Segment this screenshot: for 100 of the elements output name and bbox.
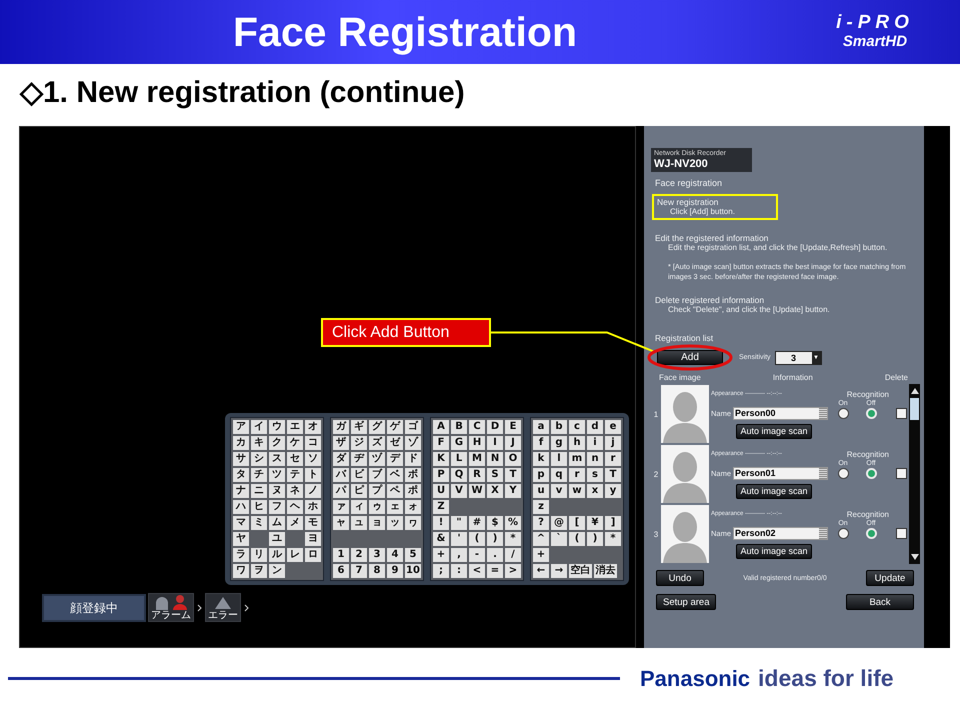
keyboard-key[interactable]: ト bbox=[305, 468, 321, 482]
keyboard-key[interactable]: ウ bbox=[269, 420, 285, 434]
keyboard-key[interactable]: . bbox=[487, 548, 503, 562]
keyboard-key[interactable]: ヂ bbox=[351, 452, 367, 466]
keyboard-key[interactable]: ! bbox=[433, 516, 449, 530]
keyboard-key[interactable]: ダ bbox=[333, 452, 349, 466]
keyboard-key[interactable]: $ bbox=[487, 516, 503, 530]
keyboard-key[interactable]: ゼ bbox=[387, 436, 403, 450]
keyboard-key[interactable]: ( bbox=[469, 532, 485, 546]
keyboard-key[interactable]: レ bbox=[287, 548, 303, 562]
keyboard-key[interactable]: 2 bbox=[351, 548, 367, 562]
keyboard-key[interactable]: バ bbox=[333, 468, 349, 482]
keyboard-key[interactable]: ヨ bbox=[305, 532, 321, 546]
keyboard-key[interactable]: ス bbox=[269, 452, 285, 466]
keyboard-key[interactable]: K bbox=[433, 452, 449, 466]
keyboard-key[interactable]: r bbox=[605, 452, 621, 466]
keyboard-key[interactable]: ¥ bbox=[587, 516, 603, 530]
undo-button[interactable]: Undo bbox=[656, 570, 704, 586]
keyboard-key[interactable]: ド bbox=[405, 452, 421, 466]
keyboard-key[interactable]: ク bbox=[269, 436, 285, 450]
keyboard-key[interactable]: ) bbox=[587, 532, 603, 546]
keyboard-key[interactable]: デ bbox=[387, 452, 403, 466]
keyboard-key[interactable]: W bbox=[469, 484, 485, 498]
keyboard-key[interactable]: ヘ bbox=[287, 500, 303, 514]
error-button[interactable]: エラー bbox=[205, 593, 241, 622]
keyboard-key[interactable]: プ bbox=[369, 484, 385, 498]
keyboard-key[interactable]: ゥ bbox=[369, 500, 385, 514]
keyboard-key[interactable]: X bbox=[487, 484, 503, 498]
keyboard-key[interactable]: ヤ bbox=[233, 532, 249, 546]
keyboard-key[interactable]: ッ bbox=[387, 516, 403, 530]
keyboard-key[interactable]: ベ bbox=[387, 468, 403, 482]
keyboard-key[interactable]: オ bbox=[305, 420, 321, 434]
keyboard-key[interactable]: : bbox=[451, 564, 467, 578]
keyboard-key[interactable]: グ bbox=[369, 420, 385, 434]
keyboard-key[interactable]: 9 bbox=[387, 564, 403, 578]
keyboard-key[interactable]: h bbox=[569, 436, 585, 450]
keyboard-key[interactable]: z bbox=[533, 500, 549, 514]
keyboard-key[interactable]: B bbox=[451, 420, 467, 434]
keyboard-key[interactable]: ガ bbox=[333, 420, 349, 434]
keyboard-key[interactable]: カ bbox=[233, 436, 249, 450]
keyboard-key[interactable]: E bbox=[505, 420, 521, 434]
keyboard-key[interactable]: V bbox=[451, 484, 467, 498]
keyboard-key[interactable]: p bbox=[533, 468, 549, 482]
scan-button[interactable]: Auto image scan bbox=[736, 544, 812, 558]
keyboard-key[interactable]: Y bbox=[505, 484, 521, 498]
keyboard-key[interactable]: j bbox=[605, 436, 621, 450]
keyboard-key[interactable]: リ bbox=[251, 548, 267, 562]
keyboard-key[interactable]: ォ bbox=[405, 500, 421, 514]
keyboard-key[interactable]: 8 bbox=[369, 564, 385, 578]
keyboard-key[interactable]: J bbox=[505, 436, 521, 450]
keyboard-key[interactable]: k bbox=[533, 452, 549, 466]
keyboard-key[interactable]: エ bbox=[287, 420, 303, 434]
keyboard-key[interactable]: シ bbox=[251, 452, 267, 466]
keyboard-key[interactable]: u bbox=[533, 484, 549, 498]
name-field[interactable]: Person01 bbox=[733, 466, 828, 480]
keyboard-key[interactable]: ナ bbox=[233, 484, 249, 498]
keyboard-key[interactable]: ア bbox=[233, 420, 249, 434]
keyboard-key[interactable]: フ bbox=[269, 500, 285, 514]
keyboard-key[interactable]: ペ bbox=[387, 484, 403, 498]
keyboard-key[interactable]: L bbox=[451, 452, 467, 466]
keyboard-key[interactable]: ヲ bbox=[251, 564, 267, 578]
keyboard-key[interactable]: ジ bbox=[351, 436, 367, 450]
keyboard-key[interactable]: A bbox=[433, 420, 449, 434]
keyboard-key[interactable]: w bbox=[569, 484, 585, 498]
keyboard-key[interactable]: ネ bbox=[287, 484, 303, 498]
keyboard-key[interactable]: i bbox=[587, 436, 603, 450]
keyboard-key[interactable]: l bbox=[551, 452, 567, 466]
keyboard-key[interactable]: イ bbox=[251, 420, 267, 434]
radio-button[interactable] bbox=[838, 468, 849, 478]
keyboard-key[interactable]: M bbox=[469, 452, 485, 466]
keyboard-key[interactable]: ュ bbox=[351, 516, 367, 530]
keyboard-key[interactable]: Z bbox=[433, 500, 449, 514]
keyboard-key[interactable]: ギ bbox=[351, 420, 367, 434]
keyboard-key[interactable]: e bbox=[605, 420, 621, 434]
keyboard-key[interactable]: , bbox=[451, 548, 467, 562]
keyboard-key[interactable]: ポ bbox=[405, 484, 421, 498]
keyboard-key[interactable]: 6 bbox=[333, 564, 349, 578]
keyboard-key[interactable]: y bbox=[605, 484, 621, 498]
keyboard-key[interactable]: c bbox=[569, 420, 585, 434]
keyboard-key[interactable]: q bbox=[551, 468, 567, 482]
keyboard-key[interactable]: P bbox=[433, 468, 449, 482]
keyboard-key[interactable]: a bbox=[533, 420, 549, 434]
keyboard-key[interactable]: - bbox=[469, 548, 485, 562]
keyboard-key[interactable]: 7 bbox=[351, 564, 367, 578]
keyboard-key[interactable]: C bbox=[469, 420, 485, 434]
keyboard-key[interactable]: N bbox=[487, 452, 503, 466]
keyboard-key[interactable]: @ bbox=[551, 516, 567, 530]
keyboard-key[interactable]: ; bbox=[433, 564, 449, 578]
keyboard-key[interactable]: 1 bbox=[333, 548, 349, 562]
keyboard-key[interactable]: 空白 bbox=[569, 564, 592, 578]
keyboard-key[interactable]: ザ bbox=[333, 436, 349, 450]
keyboard-key[interactable]: マ bbox=[233, 516, 249, 530]
keyboard-key[interactable]: / bbox=[505, 548, 521, 562]
keyboard-key[interactable]: ボ bbox=[405, 468, 421, 482]
keyboard-key[interactable]: I bbox=[487, 436, 503, 450]
keyboard-key[interactable]: チ bbox=[251, 468, 267, 482]
keyboard-key[interactable]: ゴ bbox=[405, 420, 421, 434]
keyboard-key[interactable]: 3 bbox=[369, 548, 385, 562]
keyboard-key[interactable]: 5 bbox=[405, 548, 421, 562]
keyboard-key[interactable]: T bbox=[505, 468, 521, 482]
